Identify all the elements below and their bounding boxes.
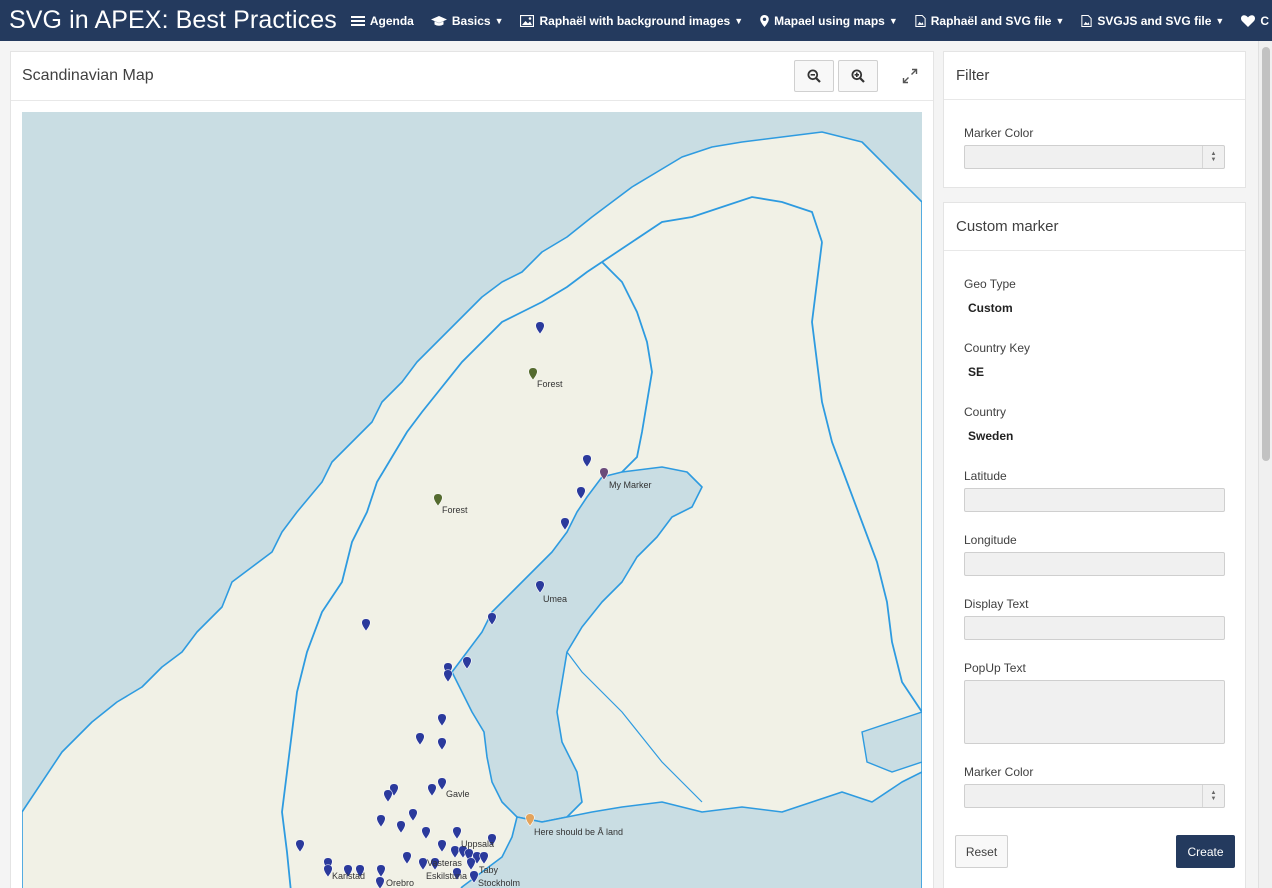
nav-item-label: C [1260,13,1270,28]
vertical-scrollbar[interactable] [1258,41,1272,888]
filter-marker-color-label: Marker Color [964,126,1034,140]
custom-marker-panel-title: Custom marker [944,203,1245,251]
caret-down-icon: ▼ [1215,15,1225,26]
graduation-cap-icon [430,15,447,26]
filter-marker-color-select[interactable]: ▲ ▼ [964,145,1225,169]
select-arrows-icon: ▲ ▼ [1202,146,1224,168]
display-text-label: Display Text [964,597,1029,611]
list-icon [350,15,365,26]
expand-button[interactable] [900,66,920,86]
nav-item-heart[interactable]: C [1241,14,1269,28]
caret-down-icon: ▼ [494,15,504,26]
select-arrows-icon: ▲ ▼ [1202,785,1224,807]
create-button[interactable]: Create [1176,835,1235,868]
caret-down-icon: ▼ [1055,15,1065,26]
country-key-value: SE [968,365,985,379]
map-marker-label: Umea [543,594,567,604]
zoom-out-button[interactable] [794,60,834,92]
map-marker-label: My Marker [609,480,652,490]
zoom-in-icon [851,69,865,83]
country-key-label: Country Key [964,341,1031,355]
country-label: Country [964,405,1007,419]
nav-item-label: Raphaël with background images [539,13,731,28]
nav-item-agenda[interactable]: Agenda [350,13,414,28]
latitude-input[interactable] [964,488,1225,512]
map-region-header: Scandinavian Map [11,52,933,101]
map-marker-label: Eskilstuna [426,871,467,881]
nav-item-label: SVGJS and SVG file [1097,13,1212,28]
nav-item-raphael-background[interactable]: Raphaël with background images ▼ [520,14,743,28]
nav-item-raphael-svg[interactable]: Raphaël and SVG file ▼ [915,13,1065,28]
map-marker-label: Stockholm [478,878,520,888]
map-marker-label: Gavle [446,789,470,799]
map-marker-label: Uppsala [461,839,494,849]
nav-item-label: Raphaël and SVG file [930,13,1052,28]
popup-text-label: PopUp Text [964,661,1026,675]
marker-color-select[interactable]: ▲ ▼ [964,784,1225,808]
geo-type-label: Geo Type [964,277,1016,291]
map-marker-icon [760,14,769,27]
scandinavia-map-svg[interactable]: Forest Forest My Marker Umea Gavle Here shoul… [22,112,922,888]
nav-item-label: Agenda [369,13,414,28]
filter-panel: Filter Marker Color ▲ ▼ [943,51,1246,188]
reset-button[interactable]: Reset [955,835,1008,868]
map-canvas[interactable]: Forest Forest My Marker Umea Gavle Here shoul… [22,112,922,888]
nav-item-label: Mapael using maps [774,13,885,28]
nav-item-svgjs[interactable]: SVGJS and SVG file ▼ [1081,14,1224,28]
caret-down-icon: ▼ [734,15,744,26]
zoom-out-icon [807,69,821,83]
map-marker-label: Orebro [386,878,414,888]
custom-marker-panel: Custom marker Geo Type Custom Country Ke… [943,202,1246,888]
popup-text-textarea[interactable] [964,680,1225,744]
latitude-label: Latitude [964,469,1007,483]
country-value: Sweden [968,429,1014,443]
nav-item-basics[interactable]: Basics ▼ [430,13,504,28]
caret-down-icon: ▼ [888,15,898,26]
map-marker-label: Here should be Å land [534,827,623,837]
filter-panel-title: Filter [944,52,1245,100]
nav-item-label: Basics [451,13,491,28]
marker-color-label: Marker Color [964,765,1034,779]
map-marker-label: Karlstad [332,871,365,881]
geo-type-value: Custom [968,301,1013,315]
longitude-label: Longitude [964,533,1017,547]
scrollbar-thumb[interactable] [1262,47,1270,461]
map-marker-label: Vasteras [427,858,462,868]
file-image-icon [915,14,926,27]
zoom-in-button[interactable] [838,60,878,92]
nav-item-mapael[interactable]: Mapael using maps ▼ [760,14,898,28]
map-marker-label: Forest [537,379,563,389]
expand-icon [902,68,918,84]
heart-icon [1241,14,1256,27]
main-nav: Agenda Basics ▼ Raphaël with background … [350,13,1272,28]
map-region: Scandinavian Map Forest Forest My Marker… [10,51,934,888]
longitude-input[interactable] [964,552,1225,576]
display-text-input[interactable] [964,616,1225,640]
app-title[interactable]: SVG in APEX: Best Practices [0,6,337,35]
map-marker-label: Forest [442,505,468,515]
image-icon [520,14,535,27]
map-marker-label: Taby [479,865,499,875]
top-navigation-bar: SVG in APEX: Best Practices Agenda Basic… [0,0,1272,41]
file-image-icon [1081,14,1093,27]
map-region-title: Scandinavian Map [22,67,154,84]
